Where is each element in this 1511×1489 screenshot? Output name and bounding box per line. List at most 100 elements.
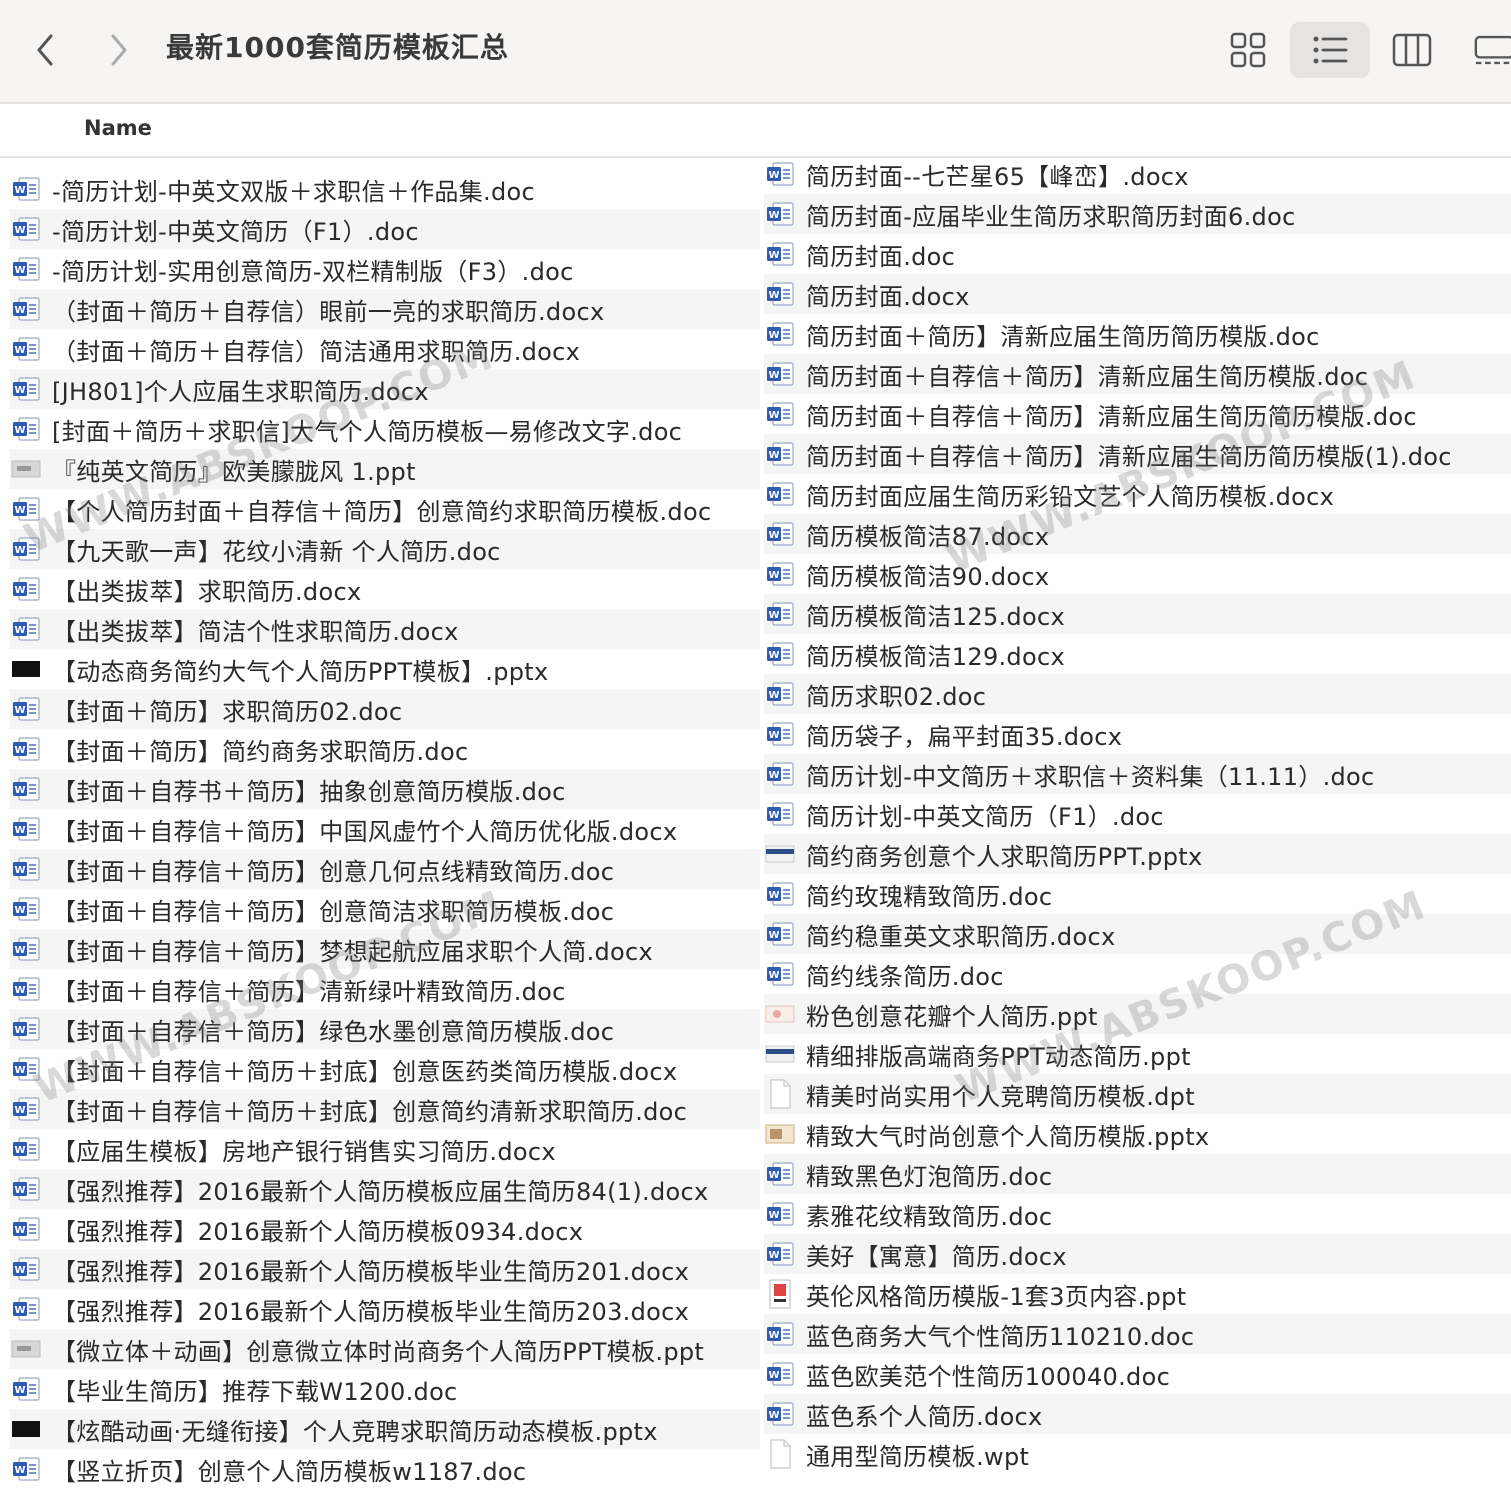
file-row[interactable]: W 美好【寓意】简历.docx	[764, 1234, 1511, 1274]
file-name: 简历模板简洁90.docx	[806, 562, 1050, 591]
file-row[interactable]: W 【个人简历封面＋自荐信＋简历】创意简约求职简历模板.doc	[10, 489, 760, 529]
file-row[interactable]: W 蓝色系个人简历.docx	[764, 1394, 1511, 1434]
column-view-button[interactable]	[1382, 22, 1442, 78]
file-row[interactable]: W 【封面＋自荐信＋简历】中国风虚竹个人简历优化版.docx	[10, 809, 760, 849]
file-row[interactable]: W 精致黑色灯泡简历.doc	[764, 1154, 1511, 1194]
file-row[interactable]: W 【强烈推荐】2016最新个人简历模板毕业生简历203.docx	[10, 1289, 760, 1329]
svg-text:W: W	[768, 650, 779, 661]
list-view-button[interactable]	[1290, 22, 1370, 78]
file-row[interactable]: 简约商务创意个人求职简历PPT.pptx	[764, 834, 1511, 874]
file-row[interactable]: W 简历模板简洁87.docx	[764, 514, 1511, 554]
blank-document-icon	[764, 1079, 796, 1109]
word-document-icon: W	[10, 1296, 42, 1322]
file-row[interactable]: W 【封面＋自荐信＋简历】创意简洁求职简历模板.doc	[10, 889, 760, 929]
file-row[interactable]: W 【封面＋自荐书＋简历】抽象创意简历模版.doc	[10, 769, 760, 809]
file-row[interactable]: W 简历模板简洁125.docx	[764, 594, 1511, 634]
word-document-icon: W	[764, 721, 796, 747]
file-name: 【封面＋自荐信＋简历】绿色水墨创意简历模版.doc	[52, 1017, 615, 1046]
file-row[interactable]: W 简历封面＋自荐信＋简历】清新应届生简历简历模版.doc	[764, 394, 1511, 434]
file-row[interactable]: W 【强烈推荐】2016最新个人简历模板应届生简历84(1).docx	[10, 1169, 760, 1209]
svg-text:W: W	[14, 305, 25, 316]
gallery-view-button[interactable]	[1466, 22, 1511, 78]
file-row[interactable]: W 【竖立折页】创意个人简历模板w1187.doc	[10, 1449, 760, 1489]
svg-text:W: W	[14, 225, 25, 236]
file-name: 简历封面-应届毕业生简历求职简历封面6.doc	[806, 202, 1296, 231]
file-name: 【应届生模板】房地产银行销售实习简历.docx	[52, 1137, 556, 1166]
forward-button[interactable]	[98, 30, 138, 70]
file-row[interactable]: 精美时尚实用个人竞聘简历模板.dpt	[764, 1074, 1511, 1114]
file-row[interactable]: 【动态商务简约大气个人简历PPT模板】.pptx	[10, 649, 760, 689]
word-document-icon: W	[10, 616, 42, 642]
file-row[interactable]: W 简历封面.docx	[764, 274, 1511, 314]
file-row[interactable]: W 【封面＋自荐信＋简历】清新绿叶精致简历.doc	[10, 969, 760, 1009]
file-name: 简历袋子，扁平封面35.docx	[806, 722, 1123, 751]
file-row[interactable]: W 简历封面＋简历】清新应届生简历简历模版.doc	[764, 314, 1511, 354]
file-row[interactable]: 英伦风格简历模版-1套3页内容.ppt	[764, 1274, 1511, 1314]
file-row[interactable]: W 简历封面应届生简历彩铅文艺个人简历模板.docx	[764, 474, 1511, 514]
file-row[interactable]: W 【应届生模板】房地产银行销售实习简历.docx	[10, 1129, 760, 1169]
file-row[interactable]: W 简约线条简历.doc	[764, 954, 1511, 994]
file-row[interactable]: W 【封面＋简历】求职简历02.doc	[10, 689, 760, 729]
icon-view-button[interactable]	[1218, 22, 1278, 78]
word-document-icon: W	[764, 521, 796, 547]
file-row[interactable]: W 【强烈推荐】2016最新个人简历模板毕业生简历201.docx	[10, 1249, 760, 1289]
file-row[interactable]: 通用型简历模板.wpt	[764, 1434, 1511, 1474]
word-document-icon: W	[10, 576, 42, 602]
file-row[interactable]: W 【九天歌一声】花纹小清新 个人简历.doc	[10, 529, 760, 569]
file-row[interactable]: W 简历封面-应届毕业生简历求职简历封面6.doc	[764, 194, 1511, 234]
file-row[interactable]: 【炫酷动画·无缝衔接】个人竞聘求职简历动态模板.pptx	[10, 1409, 760, 1449]
file-row[interactable]: W 【封面＋自荐信＋简历＋封底】创意简约清新求职简历.doc	[10, 1089, 760, 1129]
list-header: Name	[0, 104, 1511, 158]
back-button[interactable]	[26, 30, 66, 70]
file-row[interactable]: W 【毕业生简历】推荐下载W1200.doc	[10, 1369, 760, 1409]
file-row[interactable]: W 简历袋子，扁平封面35.docx	[764, 714, 1511, 754]
file-row[interactable]: 精致大气时尚创意个人简历模版.pptx	[764, 1114, 1511, 1154]
file-name: 【炫酷动画·无缝衔接】个人竞聘求职简历动态模板.pptx	[52, 1417, 658, 1446]
file-name: 简约玫瑰精致简历.doc	[806, 882, 1053, 911]
file-name: 【封面＋自荐信＋简历】中国风虚竹个人简历优化版.docx	[52, 817, 678, 846]
file-row[interactable]: W 简历计划-中文简历＋求职信＋资料集（11.11）.doc	[764, 754, 1511, 794]
file-row[interactable]: W 【封面＋自荐信＋简历】创意几何点线精致简历.doc	[10, 849, 760, 889]
file-row[interactable]: W 【封面＋自荐信＋简历】绿色水墨创意简历模版.doc	[10, 1009, 760, 1049]
svg-text:W: W	[14, 1025, 25, 1036]
word-document-icon: W	[764, 1321, 796, 1347]
file-row[interactable]: W 素雅花纹精致简历.doc	[764, 1194, 1511, 1234]
file-row[interactable]: 精细排版高端商务PPT动态简历.ppt	[764, 1034, 1511, 1074]
file-row[interactable]: W -简历计划-中英文双版＋求职信＋作品集.doc	[10, 169, 760, 209]
word-document-icon: W	[10, 216, 42, 242]
file-row[interactable]: W 简历求职02.doc	[764, 674, 1511, 714]
file-row[interactable]: W 简历封面＋自荐信＋简历】清新应届生简历简历模版(1).doc	[764, 434, 1511, 474]
file-row[interactable]: W 蓝色欧美范个性简历100040.doc	[764, 1354, 1511, 1394]
file-row[interactable]: W 【出类拔萃】简洁个性求职简历.docx	[10, 609, 760, 649]
svg-text:W: W	[14, 385, 25, 396]
file-row[interactable]: W -简历计划-实用创意简历-双栏精制版（F3）.doc	[10, 249, 760, 289]
file-row[interactable]: 粉色创意花瓣个人简历.ppt	[764, 994, 1511, 1034]
file-row[interactable]: W 简历模板简洁129.docx	[764, 634, 1511, 674]
file-row[interactable]: W 简历封面＋自荐信＋简历】清新应届生简历模版.doc	[764, 354, 1511, 394]
file-row[interactable]: 【微立体＋动画】创意微立体时尚商务个人简历PPT模板.ppt	[10, 1329, 760, 1369]
chevron-right-icon	[111, 34, 127, 66]
file-row[interactable]: W 【出类拔萃】求职简历.docx	[10, 569, 760, 609]
pptx-thumbnail-icon	[10, 656, 42, 682]
file-row[interactable]: W 蓝色商务大气个性简历110210.doc	[764, 1314, 1511, 1354]
file-name: [JH801]个人应届生求职简历.docx	[52, 377, 429, 406]
file-row[interactable]: W 【封面＋自荐信＋简历】梦想起航应届求职个人简.docx	[10, 929, 760, 969]
file-row[interactable]: W 简历封面.doc	[764, 234, 1511, 274]
file-row[interactable]: W （封面＋简历＋自荐信）简洁通用求职简历.docx	[10, 329, 760, 369]
file-row[interactable]: W 简历计划-中英文简历（F1）.doc	[764, 794, 1511, 834]
file-row[interactable]: W 简约稳重英文求职简历.docx	[764, 914, 1511, 954]
file-row[interactable]: W 【封面＋简历】简约商务求职简历.doc	[10, 729, 760, 769]
file-row[interactable]: W 【强烈推荐】2016最新个人简历模板0934.docx	[10, 1209, 760, 1249]
window-title: 最新1000套简历模板汇总	[166, 31, 509, 64]
file-row[interactable]: W 【封面＋自荐信＋简历＋封底】创意医药类简历模版.docx	[10, 1049, 760, 1089]
file-row[interactable]: W （封面＋简历＋自荐信）眼前一亮的求职简历.docx	[10, 289, 760, 329]
name-column-header[interactable]: Name	[84, 116, 152, 140]
file-row[interactable]: W -简历计划-中英文简历（F1）.doc	[10, 209, 760, 249]
file-row[interactable]: 『纯英文简历』欧美朦胧风 1.ppt	[10, 449, 760, 489]
word-document-icon: W	[764, 1361, 796, 1387]
file-row[interactable]: W [JH801]个人应届生求职简历.docx	[10, 369, 760, 409]
file-row[interactable]: W 简历模板简洁90.docx	[764, 554, 1511, 594]
file-row[interactable]: W 简约玫瑰精致简历.doc	[764, 874, 1511, 914]
file-row[interactable]: W 简历封面--七芒星65【峰峦】.docx	[764, 154, 1511, 194]
file-row[interactable]: W [封面＋简历＋求职信]大气个人简历模板—易修改文字.doc	[10, 409, 760, 449]
